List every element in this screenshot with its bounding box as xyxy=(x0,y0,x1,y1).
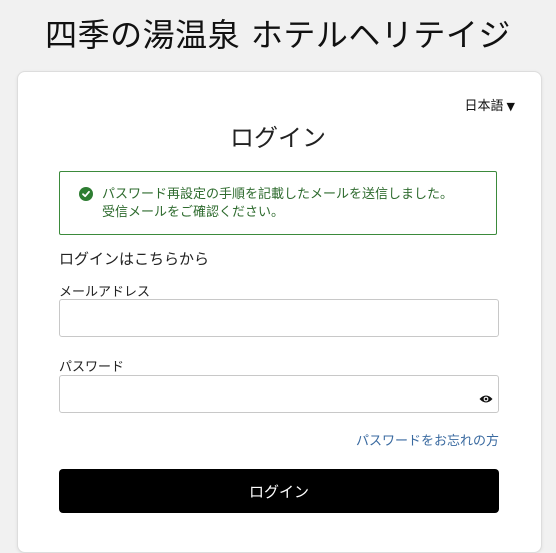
forgot-password-link[interactable]: パスワードをお忘れの方 xyxy=(356,430,499,449)
alert-line-2: 受信メールをご確認ください。 xyxy=(102,205,285,220)
language-selector[interactable]: 日本語 ▼ xyxy=(465,95,515,114)
alert-line-1: パスワード再設定の手順を記載したメールを送信しました。 xyxy=(102,187,454,202)
alert-message: パスワード再設定の手順を記載したメールを送信しました。 受信メールをご確認くださ… xyxy=(102,186,453,222)
language-label: 日本語 xyxy=(464,99,504,114)
check-circle-icon xyxy=(79,187,93,201)
page-title: ログイン xyxy=(230,124,326,152)
login-section-label: ログインはこちらから xyxy=(59,250,210,268)
success-alert: パスワード再設定の手順を記載したメールを送信しました。 受信メールをご確認くださ… xyxy=(59,171,497,235)
show-password-eye-icon[interactable] xyxy=(479,389,493,408)
password-label: パスワード xyxy=(59,360,125,375)
email-label: メールアドレス xyxy=(59,285,151,300)
email-field[interactable] xyxy=(59,299,499,337)
chevron-down-icon: ▼ xyxy=(506,100,515,113)
hotel-name-title: 四季の湯温泉 ホテルヘリテイジ xyxy=(45,16,511,54)
login-button[interactable]: ログイン xyxy=(59,469,499,513)
password-field[interactable] xyxy=(59,375,499,413)
